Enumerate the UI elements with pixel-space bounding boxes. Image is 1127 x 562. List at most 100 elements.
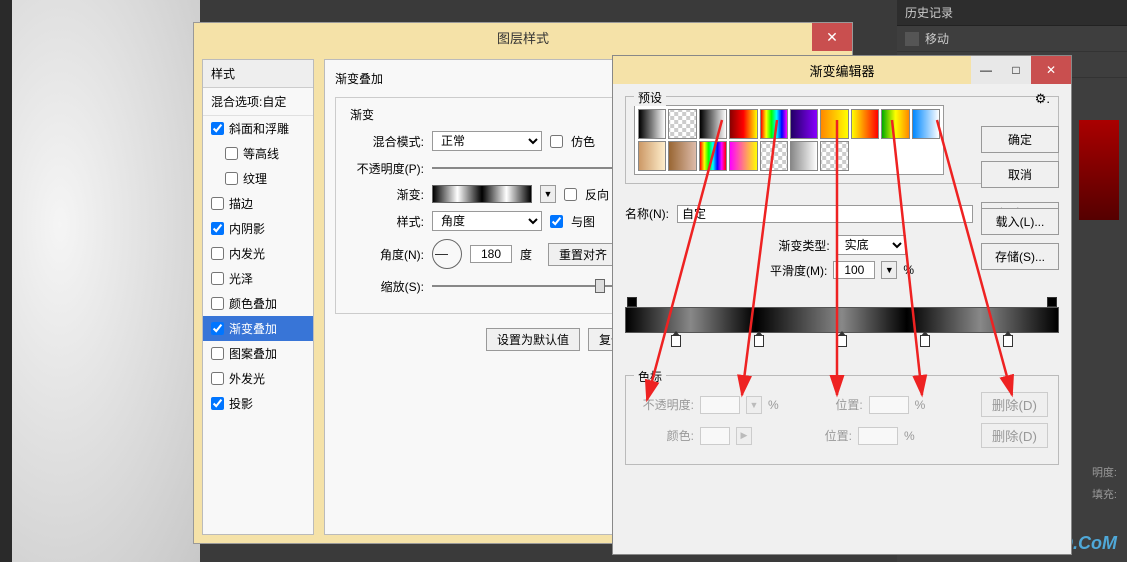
gradient-dropdown[interactable]: ▼	[540, 185, 556, 203]
maximize-button[interactable]: □	[1001, 56, 1031, 84]
style-checkbox[interactable]	[225, 147, 238, 160]
gradient-preview[interactable]	[432, 185, 532, 203]
style-item[interactable]: 渐变叠加	[203, 316, 313, 341]
scale-label: 缩放(S):	[346, 278, 424, 295]
minimize-button[interactable]: —	[971, 56, 1001, 84]
name-input[interactable]	[677, 205, 973, 223]
angle-input[interactable]	[470, 245, 512, 263]
color-panel-swatch	[1079, 120, 1119, 220]
style-checkbox[interactable]	[211, 372, 224, 385]
style-item[interactable]: 纹理	[203, 166, 313, 191]
color-stop[interactable]	[837, 335, 847, 347]
blend-mode-select[interactable]: 正常	[432, 131, 542, 151]
style-item[interactable]: 描边	[203, 191, 313, 216]
preset-swatch[interactable]	[729, 141, 757, 171]
style-checkbox[interactable]	[211, 247, 224, 260]
reset-align-button[interactable]: 重置对齐	[548, 243, 618, 266]
presets-label: 预设	[634, 89, 666, 106]
style-item[interactable]: 投影	[203, 391, 313, 416]
style-item[interactable]: 图案叠加	[203, 341, 313, 366]
style-label: 等高线	[243, 145, 279, 162]
style-item[interactable]: 外发光	[203, 366, 313, 391]
preset-swatch[interactable]	[820, 141, 848, 171]
preset-swatch[interactable]	[729, 109, 757, 139]
smoothness-dropdown[interactable]: ▼	[881, 261, 897, 279]
styles-header[interactable]: 样式	[203, 60, 313, 88]
style-checkbox[interactable]	[211, 347, 224, 360]
opacity-stop[interactable]	[1047, 297, 1057, 307]
load-button[interactable]: 载入(L)...	[981, 208, 1059, 235]
preset-swatch[interactable]	[638, 109, 666, 139]
blending-options[interactable]: 混合选项:自定	[203, 88, 313, 116]
style-checkbox[interactable]	[211, 122, 224, 135]
color-stop[interactable]	[1003, 335, 1013, 347]
style-item[interactable]: 等高线	[203, 141, 313, 166]
align-checkbox[interactable]	[550, 215, 563, 228]
smoothness-input[interactable]	[833, 261, 875, 279]
gradient-bar-area	[625, 297, 1059, 347]
color-stop[interactable]	[754, 335, 764, 347]
reverse-checkbox[interactable]	[564, 188, 577, 201]
name-label: 名称(N):	[625, 205, 669, 222]
style-checkbox[interactable]	[211, 197, 224, 210]
style-item[interactable]: 内阴影	[203, 216, 313, 241]
ok-button[interactable]: 确定	[981, 126, 1059, 153]
close-button[interactable]: ✕	[1031, 56, 1071, 84]
style-label: 投影	[229, 395, 253, 412]
style-select[interactable]: 角度	[432, 211, 542, 231]
preset-swatch[interactable]	[820, 109, 848, 139]
style-item[interactable]: 颜色叠加	[203, 291, 313, 316]
app-border	[0, 0, 12, 562]
position-input	[869, 396, 909, 414]
preset-swatch[interactable]	[760, 141, 788, 171]
history-label: 移动	[925, 30, 949, 47]
preset-swatch[interactable]	[790, 109, 818, 139]
gear-icon[interactable]: ⚙.	[1035, 91, 1050, 107]
layer-style-titlebar[interactable]: 图层样式 ✕	[194, 23, 852, 51]
preset-swatch[interactable]	[881, 109, 909, 139]
angle-wheel[interactable]	[432, 239, 462, 269]
style-checkbox[interactable]	[211, 397, 224, 410]
style-checkbox[interactable]	[211, 272, 224, 285]
gradient-type-select[interactable]: 实底	[836, 235, 906, 255]
style-label: 颜色叠加	[229, 295, 277, 312]
dither-label: 仿色	[571, 133, 595, 150]
styles-list-panel: 样式 混合选项:自定 斜面和浮雕等高线纹理描边内阴影内发光光泽颜色叠加渐变叠加图…	[202, 59, 314, 535]
color-stop[interactable]	[671, 335, 681, 347]
position-label: 位置:	[805, 396, 863, 413]
preset-swatch[interactable]	[668, 141, 696, 171]
close-button[interactable]: ✕	[812, 23, 852, 51]
gradient-editor-titlebar[interactable]: 渐变编辑器 — □ ✕	[613, 56, 1071, 84]
style-checkbox[interactable]	[211, 297, 224, 310]
style-label: 样式:	[346, 213, 424, 230]
cancel-button[interactable]: 取消	[981, 161, 1059, 188]
preset-swatch[interactable]	[638, 141, 666, 171]
preset-swatch[interactable]	[851, 109, 879, 139]
gradient-bar[interactable]	[625, 307, 1059, 333]
make-default-button[interactable]: 设置为默认值	[486, 328, 580, 351]
angle-label: 角度(N):	[346, 246, 424, 263]
preset-swatch[interactable]	[699, 109, 727, 139]
preset-swatch[interactable]	[790, 141, 818, 171]
style-label: 描边	[229, 195, 253, 212]
stops-group: 色标 不透明度: ▼ % 位置: % 删除(D) 颜色: ▶ 位置: % 删除(…	[625, 375, 1059, 465]
style-item[interactable]: 内发光	[203, 241, 313, 266]
style-label: 斜面和浮雕	[229, 120, 289, 137]
style-checkbox[interactable]	[211, 222, 224, 235]
preset-swatch[interactable]	[760, 109, 788, 139]
dialog-title: 渐变编辑器	[809, 61, 874, 80]
save-button[interactable]: 存储(S)...	[981, 243, 1059, 270]
color-stop[interactable]	[920, 335, 930, 347]
dither-checkbox[interactable]	[550, 135, 563, 148]
preset-swatch[interactable]	[668, 109, 696, 139]
preset-grid	[634, 105, 944, 175]
style-checkbox[interactable]	[225, 172, 238, 185]
style-checkbox[interactable]	[211, 322, 224, 335]
style-item[interactable]: 斜面和浮雕	[203, 116, 313, 141]
style-item[interactable]: 光泽	[203, 266, 313, 291]
preset-swatch[interactable]	[699, 141, 727, 171]
history-item[interactable]: 移动	[897, 26, 1127, 52]
preset-swatch[interactable]	[912, 109, 940, 139]
opacity-stop[interactable]	[627, 297, 637, 307]
gradient-editor-dialog: 渐变编辑器 — □ ✕ 预设 ⚙. 确定 取消 载入(L)... 存储(S)..…	[612, 55, 1072, 555]
